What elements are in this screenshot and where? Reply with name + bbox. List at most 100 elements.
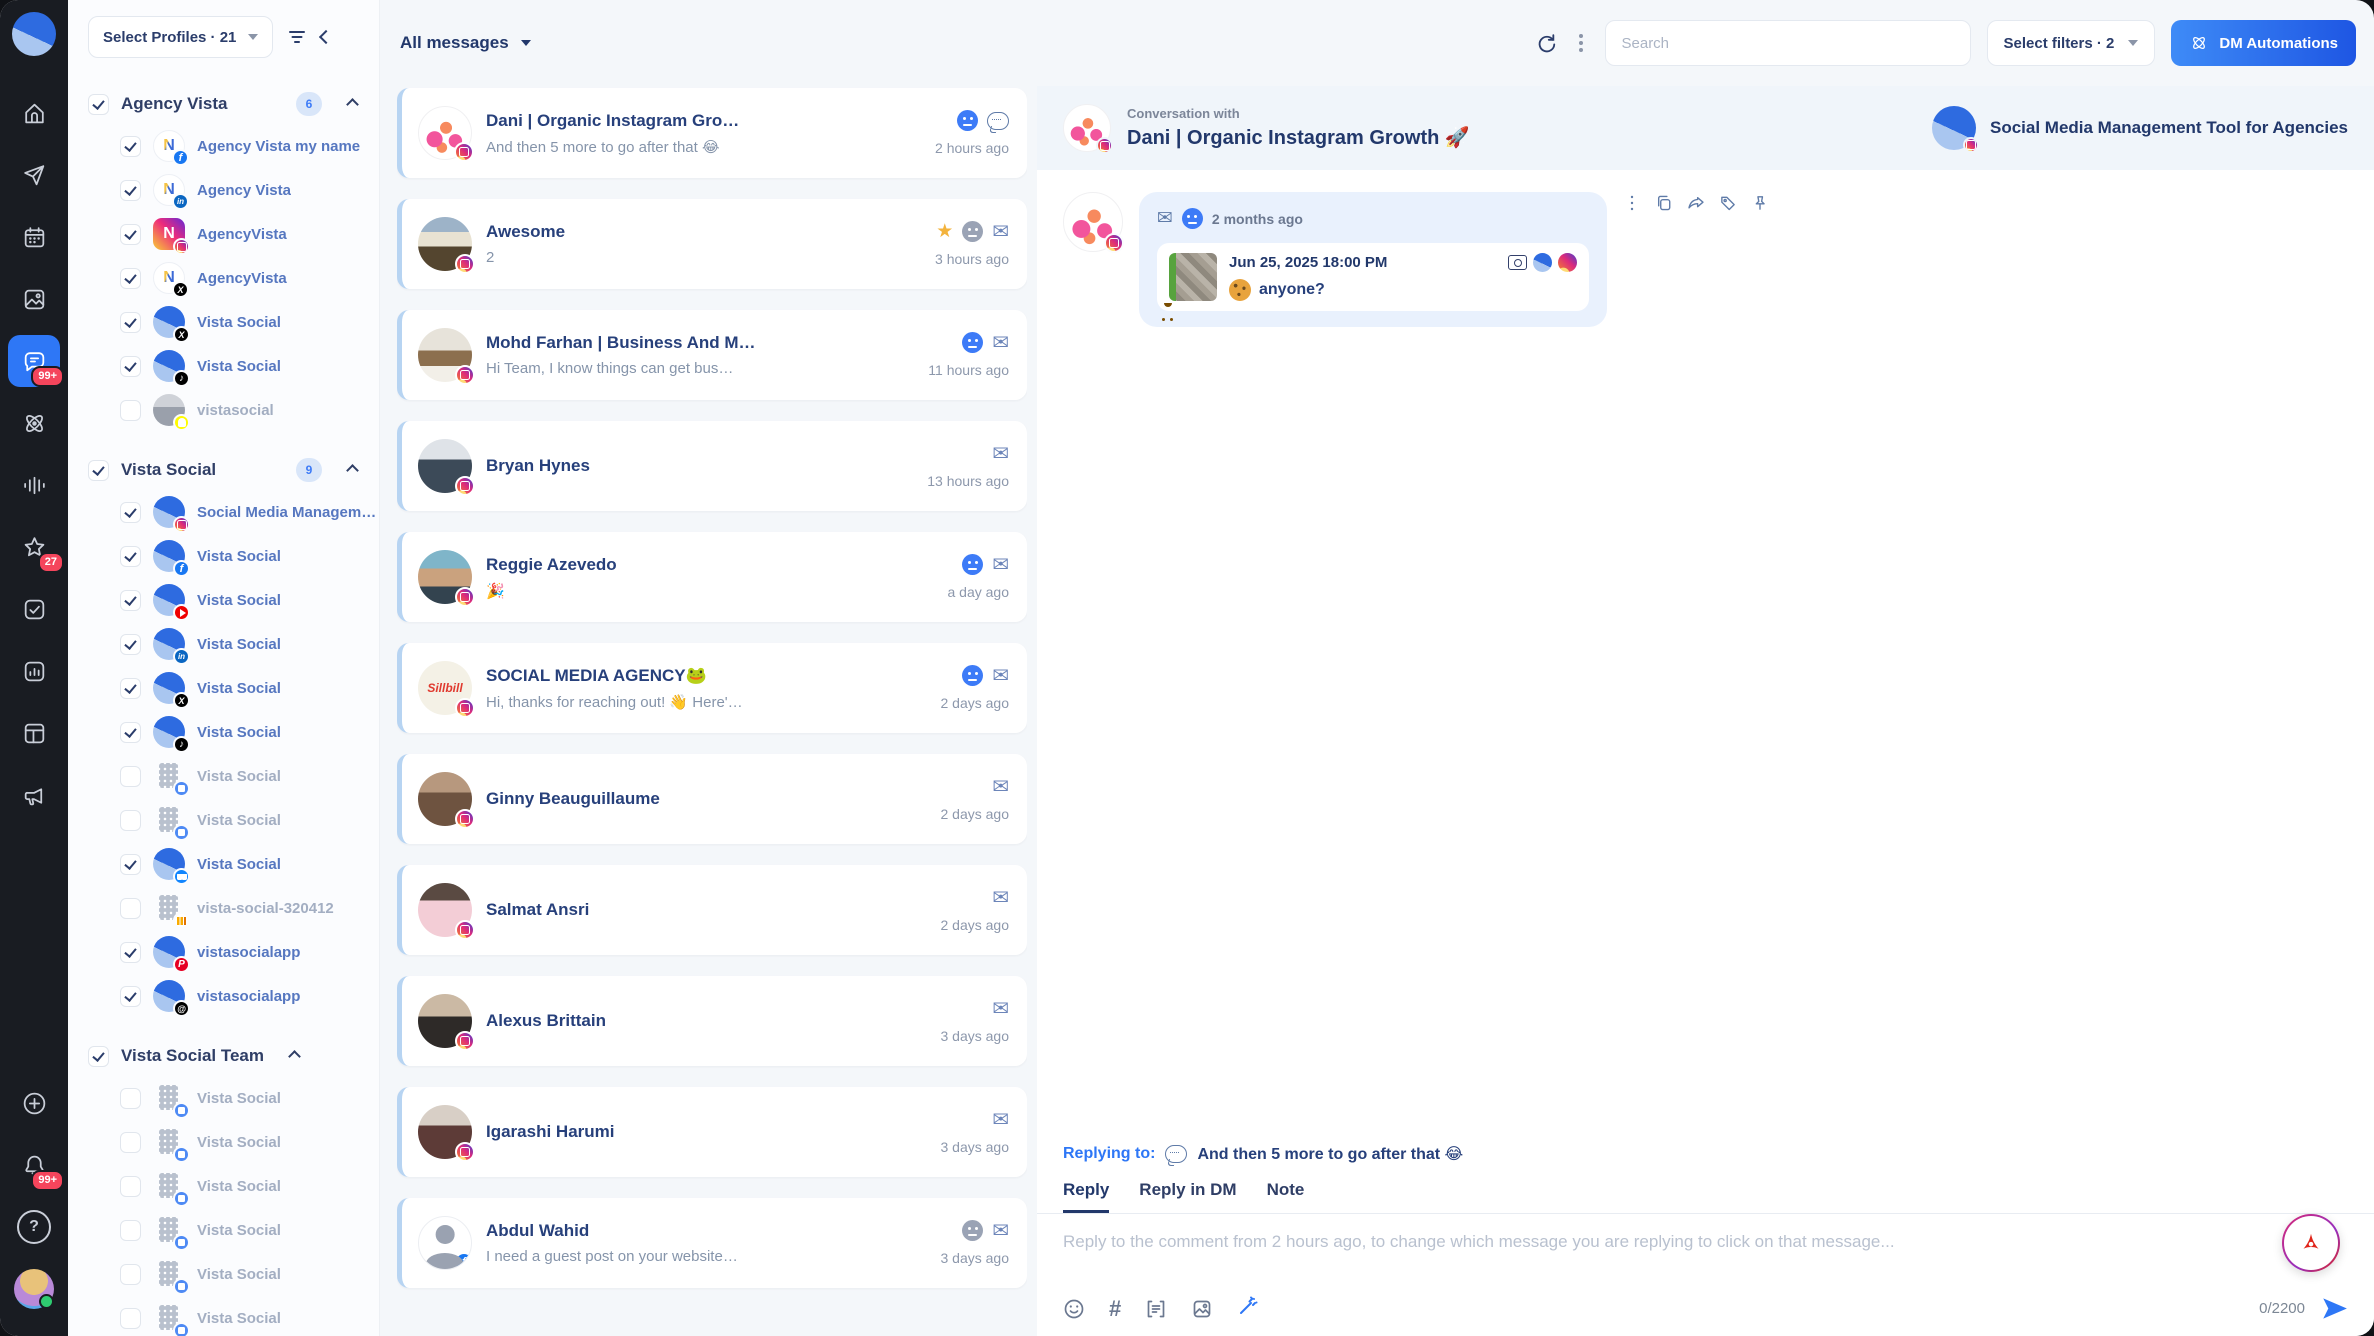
inbox-filter-dropdown[interactable]: All messages bbox=[400, 33, 531, 53]
profile-row[interactable]: Vista Social bbox=[88, 1208, 379, 1252]
profile-row[interactable]: Vista Social bbox=[88, 622, 379, 666]
message-card[interactable]: Igarashi Harumi ★ ✉ 3 days ago bbox=[397, 1087, 1027, 1177]
profile-row[interactable]: Vista Social bbox=[88, 798, 379, 842]
refresh-button[interactable] bbox=[1535, 32, 1557, 54]
message-card[interactable]: Mohd Farhan | Business And M… Hi Team, I… bbox=[397, 310, 1027, 400]
reply-input[interactable] bbox=[1063, 1232, 2348, 1290]
profile-row[interactable]: Vista Social bbox=[88, 1120, 379, 1164]
mail-icon[interactable]: ✉ bbox=[992, 1110, 1009, 1130]
starred-icon[interactable]: ★ bbox=[936, 222, 953, 241]
message-card[interactable]: Ginny Beauguillaume ★ ✉ 2 days ago bbox=[397, 754, 1027, 844]
profile-checkbox[interactable] bbox=[120, 942, 141, 963]
copy-icon[interactable] bbox=[1655, 194, 1673, 212]
tab-reply[interactable]: Reply bbox=[1063, 1180, 1109, 1213]
profile-row[interactable]: Vista Social bbox=[88, 344, 379, 388]
profile-row[interactable]: Vista Social bbox=[88, 534, 379, 578]
search-input[interactable] bbox=[1605, 20, 1971, 66]
profile-checkbox[interactable] bbox=[120, 1264, 141, 1285]
select-profiles-dropdown[interactable]: Select Profiles · 21 bbox=[88, 16, 273, 58]
profile-row[interactable]: Vista Social bbox=[88, 1164, 379, 1208]
vista-social-logo[interactable] bbox=[12, 12, 56, 56]
profile-checkbox[interactable] bbox=[120, 810, 141, 831]
sentiment-icon[interactable] bbox=[962, 665, 983, 686]
profile-checkbox[interactable] bbox=[120, 268, 141, 289]
send-button[interactable] bbox=[2321, 1295, 2348, 1322]
more-options-icon[interactable] bbox=[1579, 41, 1583, 45]
nav-profile[interactable] bbox=[8, 1263, 60, 1315]
profile-checkbox[interactable] bbox=[120, 722, 141, 743]
profile-checkbox[interactable] bbox=[120, 590, 141, 611]
mail-icon[interactable]: ✉ bbox=[992, 1221, 1009, 1241]
hashtag-icon[interactable]: # bbox=[1109, 1298, 1121, 1320]
mail-icon[interactable]: ✉ bbox=[992, 333, 1009, 353]
profile-row[interactable]: Vista Social bbox=[88, 578, 379, 622]
mail-icon[interactable]: ✉ bbox=[992, 777, 1009, 797]
profile-checkbox[interactable] bbox=[120, 224, 141, 245]
nav-listening[interactable] bbox=[8, 459, 60, 511]
message-card[interactable]: Dani | Organic Instagram Gro… And then 5… bbox=[397, 88, 1027, 178]
profile-checkbox[interactable] bbox=[120, 766, 141, 787]
pin-icon[interactable] bbox=[1751, 194, 1769, 212]
profile-checkbox[interactable] bbox=[120, 986, 141, 1007]
profile-row[interactable]: vistasocial bbox=[88, 388, 379, 432]
nav-automations[interactable] bbox=[8, 397, 60, 449]
message-card[interactable]: SOCIAL MEDIA AGENCY🐸 Hi, thanks for reac… bbox=[397, 643, 1027, 733]
attach-image-icon[interactable] bbox=[1191, 1298, 1213, 1320]
tab-note[interactable]: Note bbox=[1267, 1180, 1305, 1213]
group-checkbox[interactable] bbox=[88, 1046, 109, 1067]
mail-icon[interactable]: ✉ bbox=[992, 222, 1009, 242]
nav-reports[interactable] bbox=[8, 645, 60, 697]
profile-row[interactable]: vistasocialapp bbox=[88, 974, 379, 1018]
chevron-up-icon[interactable] bbox=[346, 464, 359, 477]
nav-publish[interactable] bbox=[8, 149, 60, 201]
profile-checkbox[interactable] bbox=[120, 180, 141, 201]
profile-checkbox[interactable] bbox=[120, 898, 141, 919]
message-card[interactable]: Awesome 2 ★ ✉ 3 hours ago bbox=[397, 199, 1027, 289]
profile-checkbox[interactable] bbox=[120, 634, 141, 655]
profile-checkbox[interactable] bbox=[120, 1176, 141, 1197]
profile-checkbox[interactable] bbox=[120, 1132, 141, 1153]
profile-row[interactable]: Vista Social bbox=[88, 666, 379, 710]
linked-post-card[interactable]: Jun 25, 2025 18:00 PM anyone bbox=[1157, 243, 1589, 311]
pdf-export-button[interactable] bbox=[2282, 1214, 2340, 1272]
chevron-up-icon[interactable] bbox=[288, 1050, 301, 1063]
emoji-picker-icon[interactable] bbox=[1063, 1298, 1085, 1320]
profile-row[interactable]: Social Media Managem… bbox=[88, 490, 379, 534]
account-identity[interactable]: Social Media Management Tool for Agencie… bbox=[1932, 106, 2348, 150]
profile-checkbox[interactable] bbox=[120, 400, 141, 421]
nav-help[interactable]: ? bbox=[8, 1201, 60, 1253]
nav-tasks[interactable] bbox=[8, 583, 60, 635]
profile-row[interactable]: Vista Social bbox=[88, 842, 379, 886]
nav-media[interactable] bbox=[8, 273, 60, 325]
group-checkbox[interactable] bbox=[88, 94, 109, 115]
mail-icon[interactable]: ✉ bbox=[992, 999, 1009, 1019]
message-card[interactable]: Bryan Hynes ★ ✉ 13 hours ago bbox=[397, 421, 1027, 511]
ai-assistant-icon[interactable] bbox=[1237, 1295, 1259, 1322]
message-card[interactable]: Alexus Brittain ★ ✉ 3 days ago bbox=[397, 976, 1027, 1066]
sentiment-icon[interactable] bbox=[962, 554, 983, 575]
profile-checkbox[interactable] bbox=[120, 312, 141, 333]
sentiment-icon[interactable] bbox=[962, 332, 983, 353]
message-card[interactable]: Abdul Wahid I need a guest post on your … bbox=[397, 1198, 1027, 1288]
profile-checkbox[interactable] bbox=[120, 502, 141, 523]
profile-row[interactable]: Vista Social bbox=[88, 1296, 379, 1336]
sentiment-icon[interactable] bbox=[962, 1220, 983, 1241]
nav-home[interactable] bbox=[8, 87, 60, 139]
mail-icon[interactable]: ✉ bbox=[992, 666, 1009, 686]
sentiment-icon[interactable] bbox=[962, 221, 983, 242]
group-checkbox[interactable] bbox=[88, 460, 109, 481]
profile-checkbox[interactable] bbox=[120, 356, 141, 377]
profile-row[interactable]: Agency Vista my name bbox=[88, 124, 379, 168]
nav-advocacy[interactable] bbox=[8, 769, 60, 821]
profile-row[interactable]: Vista Social bbox=[88, 1076, 379, 1120]
nav-reviews[interactable]: 27 bbox=[8, 521, 60, 573]
collapse-panel-icon[interactable] bbox=[319, 30, 333, 44]
more-vertical-icon[interactable] bbox=[1623, 194, 1641, 212]
select-filters-dropdown[interactable]: Select filters · 2 bbox=[1987, 20, 2156, 66]
nav-calendar[interactable] bbox=[8, 211, 60, 263]
sentiment-icon[interactable] bbox=[957, 110, 978, 131]
message-bubble[interactable]: ✉ 2 months ago Jun 25, 2025 18:00 PM bbox=[1139, 192, 1607, 327]
profile-row[interactable]: Vista Social bbox=[88, 710, 379, 754]
profile-checkbox[interactable] bbox=[120, 1220, 141, 1241]
mail-icon[interactable]: ✉ bbox=[992, 888, 1009, 908]
